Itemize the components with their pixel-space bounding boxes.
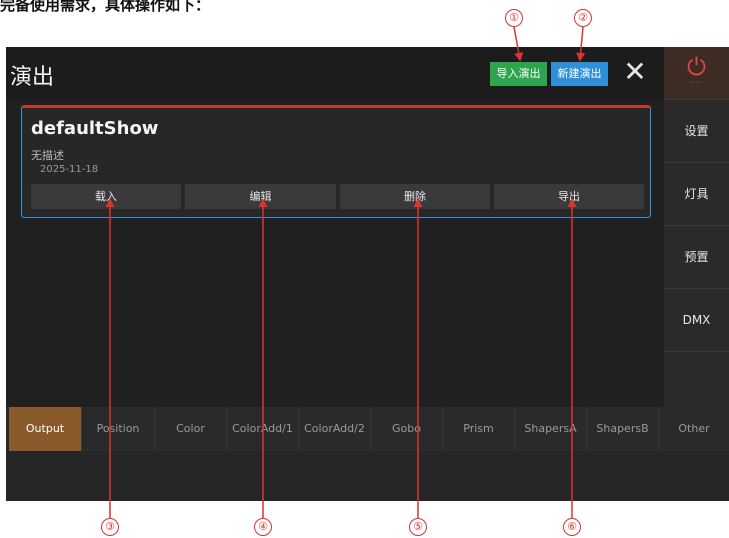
tab-shapersa[interactable]: ShapersA: [514, 407, 586, 451]
annotation-marker-2: ②: [574, 9, 592, 27]
app-window: 演出 导入演出 新建演出 ✕ ⏻ ... 设置 灯具 预置 DMX defaul…: [6, 47, 729, 501]
tab-other[interactable]: Other: [658, 407, 729, 451]
tab-output[interactable]: Output: [9, 407, 81, 451]
tab-gobo[interactable]: Gobo: [370, 407, 442, 451]
sidebar-item-presets[interactable]: 预置: [664, 225, 729, 288]
annotation-marker-1: ①: [505, 9, 523, 27]
annotation-marker-3: ③: [101, 518, 119, 536]
power-button[interactable]: ⏻ ...: [664, 47, 729, 99]
annotation-marker-5: ⑤: [409, 518, 427, 536]
title-bar: 演出 导入演出 新建演出 ✕: [6, 47, 664, 100]
bottom-panel: [6, 451, 729, 501]
export-button[interactable]: 导出: [494, 184, 644, 209]
annotation-marker-4: ④: [254, 518, 272, 536]
show-description: 无描述: [31, 149, 64, 162]
load-button[interactable]: 载入: [31, 184, 181, 209]
sidebar-item-dmx[interactable]: DMX: [664, 288, 729, 351]
tab-position[interactable]: Position: [81, 407, 154, 451]
show-list-area: defaultShow 无描述 2025-11-18 载入 编辑 删除 导出: [6, 100, 664, 407]
close-icon[interactable]: ✕: [622, 57, 648, 87]
page-title: 演出: [10, 65, 55, 90]
show-date: 2025-11-18: [40, 164, 99, 175]
right-sidebar: ⏻ ... 设置 灯具 预置 DMX: [664, 47, 729, 407]
show-card[interactable]: defaultShow 无描述 2025-11-18 载入 编辑 删除 导出: [21, 105, 651, 218]
delete-button[interactable]: 删除: [340, 184, 490, 209]
import-show-button[interactable]: 导入演出: [490, 62, 547, 86]
attribute-tab-bar: Output Position Color ColorAdd/1 ColorAd…: [6, 407, 729, 451]
power-indicator: ...: [690, 76, 703, 86]
sidebar-item-empty: [664, 351, 729, 408]
tab-shapersb[interactable]: ShapersB: [586, 407, 658, 451]
new-show-button[interactable]: 新建演出: [551, 62, 608, 86]
edit-button[interactable]: 编辑: [185, 184, 336, 209]
show-name: defaultShow: [31, 118, 159, 139]
sidebar-item-fixtures[interactable]: 灯具: [664, 162, 729, 225]
tab-coloradd2[interactable]: ColorAdd/2: [298, 407, 370, 451]
sidebar-item-settings[interactable]: 设置: [664, 99, 729, 162]
tab-prism[interactable]: Prism: [442, 407, 514, 451]
tab-color[interactable]: Color: [154, 407, 226, 451]
annotation-marker-6: ⑥: [563, 518, 581, 536]
tab-coloradd1[interactable]: ColorAdd/1: [226, 407, 298, 451]
instruction-text: 完备使用需求，具体操作如下：: [0, 0, 211, 14]
